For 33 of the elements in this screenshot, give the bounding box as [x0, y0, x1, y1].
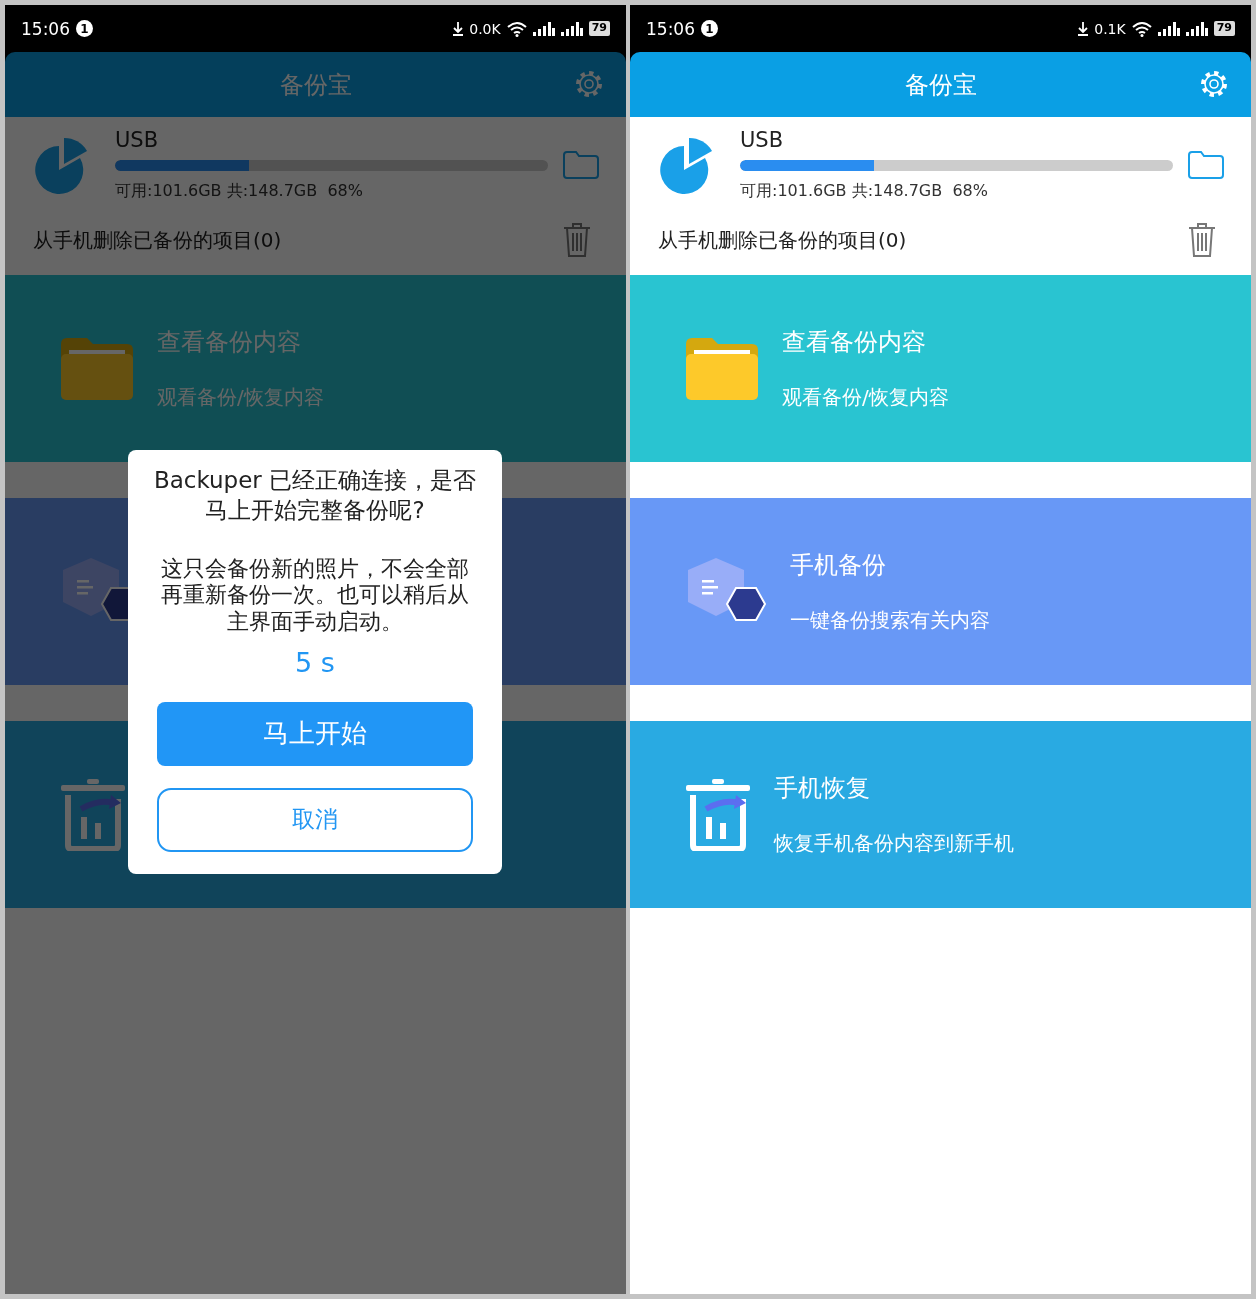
dialog-message: 这只会备份新的照片，不会全部再重新备份一次。也可以稍后从主界面手动启动。 [160, 555, 470, 635]
network-speed: 0.1K [1094, 20, 1126, 37]
storage-info: 可用:101.6GB 共:148.7GB 68% [740, 181, 989, 202]
storage-name: USB [740, 128, 785, 152]
storage-name: USB [115, 128, 160, 152]
app-title: 备份宝 [279, 69, 352, 101]
delete-backed-up-label[interactable]: 从手机删除已备份的项目(0) [33, 226, 282, 254]
app-title: 备份宝 [904, 69, 977, 101]
network-speed: 0.0K [469, 20, 501, 37]
start-button[interactable]: 马上开始 [157, 701, 473, 766]
card-title: 手机恢复 [774, 773, 871, 804]
battery-level: 79 [588, 21, 610, 36]
status-time: 15:06 [21, 18, 70, 39]
card-title: 查看备份内容 [782, 327, 927, 358]
menu-card[interactable]: 查看备份内容 观看备份/恢复内容 [5, 275, 626, 462]
card-subtitle: 一键备份搜索有关内容 [790, 607, 990, 634]
card-title: 查看备份内容 [157, 327, 302, 358]
card-subtitle: 恢复手机备份内容到新手机 [774, 830, 1014, 857]
notification-badge: 1 [76, 20, 93, 37]
menu-card[interactable]: 手机备份 一键备份搜索有关内容 [630, 498, 1251, 685]
dialog-title: Backuper 已经正确连接，是否马上开始完整备份呢? [152, 466, 478, 525]
delete-backed-up-label[interactable]: 从手机删除已备份的项目(0) [658, 226, 907, 254]
battery-level: 79 [1213, 21, 1235, 36]
notification-badge: 1 [701, 20, 718, 37]
card-subtitle: 观看备份/恢复内容 [157, 384, 324, 411]
card-title: 手机备份 [790, 550, 887, 581]
card-subtitle: 观看备份/恢复内容 [782, 384, 949, 411]
menu-card[interactable]: 查看备份内容 观看备份/恢复内容 [630, 275, 1251, 462]
countdown: 5 s [295, 646, 335, 678]
menu-card[interactable]: 手机恢复 恢复手机备份内容到新手机 [630, 721, 1251, 908]
storage-info: 可用:101.6GB 共:148.7GB 68% [115, 181, 364, 202]
status-time: 15:06 [646, 18, 695, 39]
cancel-button[interactable]: 取消 [157, 787, 473, 852]
